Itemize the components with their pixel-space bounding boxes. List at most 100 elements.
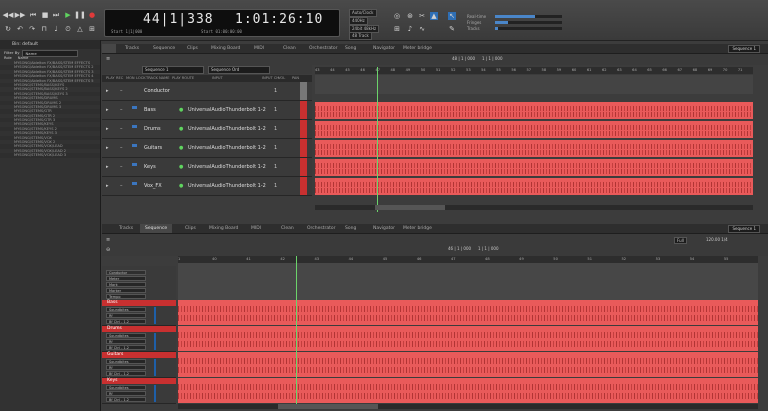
lower-track-header[interactable]: Guitars Soundbites Rf Bf Ctrl - 1.2 <box>102 352 176 378</box>
upper-track-clip[interactable] <box>315 102 753 119</box>
upper-hscroll[interactable] <box>315 205 753 210</box>
marker-item[interactable]: Marker <box>106 288 146 293</box>
upper-sequence-select[interactable]: Sequence 1 <box>728 45 760 53</box>
lower-hscroll[interactable] <box>178 404 758 409</box>
tab-lower-clips[interactable]: Clips <box>180 224 201 233</box>
input-monitor-icon[interactable] <box>132 106 137 109</box>
upper-track-clip[interactable] <box>315 140 753 157</box>
lower-track-name[interactable]: Keys <box>102 378 176 384</box>
tab-upper-song[interactable]: Song <box>340 44 361 53</box>
tab-lower-navigator[interactable]: Navigator <box>368 224 400 233</box>
rewind-icon[interactable]: ◀◀ <box>3 11 14 19</box>
countoff-icon[interactable]: ⏲ <box>64 25 72 33</box>
fast-forward-icon[interactable]: ▶▶ <box>15 11 26 19</box>
tab-upper-mixing[interactable]: Mixing Board <box>206 44 245 53</box>
input-monitor-icon[interactable] <box>132 163 137 166</box>
play-toggle-icon[interactable]: ▸ <box>106 164 109 170</box>
tab-upper-navigator[interactable]: Navigator <box>368 44 400 53</box>
status-chip-tracks[interactable]: 48 Track <box>349 32 372 40</box>
lower-track-sub2[interactable]: Rf <box>106 313 146 318</box>
bin-item[interactable]: MYSONG/STEMS/VOX/LEAD 3 <box>0 153 100 158</box>
click-icon[interactable]: ♩ <box>52 25 60 33</box>
play-toggle-icon[interactable]: ▸ <box>106 145 109 151</box>
meter-item[interactable]: Meter <box>106 276 146 281</box>
pencil-icon[interactable]: ✎ <box>448 25 456 33</box>
lower-track-sub3[interactable]: Bf Ctrl - 1.2 <box>106 397 146 402</box>
lower-track-sub1[interactable]: Soundbites <box>106 359 146 364</box>
tab-lower-midi[interactable]: MIDI <box>246 224 266 233</box>
lower-track-sub2[interactable]: Rf <box>106 391 146 396</box>
upper-col-header[interactable]: INPUT CH <box>262 76 279 80</box>
tab-lower-mixing[interactable]: Mixing Board <box>204 224 243 233</box>
lower-track-sub1[interactable]: Soundbites <box>106 333 146 338</box>
record-enable-icon[interactable]: – <box>120 88 123 94</box>
lower-track-name[interactable]: Guitars <box>102 352 176 358</box>
tab-upper-clean[interactable]: Clean <box>278 44 301 53</box>
track-name[interactable]: Drums <box>144 126 161 132</box>
go-to-start-icon[interactable]: ⏮ <box>29 11 37 19</box>
upper-track-row[interactable]: ▸ – Keys ● UniversalAudioThunderbolt 1-2 1 <box>102 158 312 177</box>
track-channel[interactable]: 1 <box>274 126 277 132</box>
record-enable-icon[interactable]: – <box>120 126 123 132</box>
record-icon[interactable]: ● <box>88 11 96 19</box>
lower-sequence-select[interactable]: Sequence 1 <box>728 225 760 233</box>
track-route[interactable]: UniversalAudioThunderbolt 1-2 <box>188 126 266 132</box>
lower-track-header[interactable]: Keys Soundbites Rf Bf Ctrl - 1.2 <box>102 378 176 404</box>
tab-upper-orchestrator[interactable]: Orchestrator <box>304 44 342 53</box>
tab-lower-orchestrator[interactable]: Orchestrator <box>302 224 340 233</box>
lower-menu-icon[interactable]: ≡ <box>106 237 110 243</box>
input-monitor-icon[interactable] <box>132 144 137 147</box>
tab-upper-meter[interactable]: Meter bridge <box>398 44 437 53</box>
upper-col-header[interactable]: PLAY ROUTE <box>172 76 194 80</box>
lower-playhead[interactable] <box>296 256 297 406</box>
lower-track-header[interactable]: Drums Soundbites Rf Bf Ctrl - 1.2 <box>102 326 176 352</box>
play-toggle-icon[interactable]: ▸ <box>106 126 109 132</box>
track-name[interactable]: Conductor <box>144 88 170 94</box>
mark-item[interactable]: Mark <box>106 282 146 287</box>
lower-track-clip[interactable] <box>178 378 758 403</box>
upper-track-row[interactable]: ▸ – Guitars ● UniversalAudioThunderbolt 1-2 1 <box>102 139 312 158</box>
upper-col-header[interactable]: TRACK NAME <box>146 76 169 80</box>
lower-track-sub3[interactable]: Bf Ctrl - 1.2 <box>106 371 146 376</box>
filter-select[interactable]: Name <box>22 50 79 57</box>
record-enable-icon[interactable]: – <box>120 145 123 151</box>
input-monitor-icon[interactable] <box>132 125 137 128</box>
upper-track-clip[interactable] <box>315 121 753 138</box>
record-enable-icon[interactable]: – <box>120 107 123 113</box>
record-enable-icon[interactable]: – <box>120 183 123 189</box>
upper-col-header[interactable]: REC <box>116 76 123 80</box>
bin-col-role[interactable]: Role <box>4 56 12 61</box>
lower-ruler[interactable]: 1 40 41 42 43 44 45 46 47 48 49 50 51 52 53 54 55 <box>178 256 758 263</box>
track-color-swatch[interactable] <box>300 101 307 119</box>
bin-item[interactable]: MYSONG/Ablelton FX/BASS/STEM EFFECTS 4 <box>0 74 100 79</box>
metronome-icon[interactable]: △ <box>76 25 84 33</box>
upper-col-header[interactable]: PAN <box>292 76 299 80</box>
track-color-swatch[interactable] <box>300 139 307 157</box>
track-name[interactable]: Bass <box>144 107 156 113</box>
tab-upper-midi[interactable]: MIDI <box>249 44 269 53</box>
pause-icon[interactable]: ❚❚ <box>74 11 86 19</box>
input-monitor-icon[interactable] <box>132 182 137 185</box>
upper-col-header[interactable]: VOL <box>278 76 285 80</box>
tab-upper-tracks[interactable]: Tracks <box>120 44 144 53</box>
upper-col-header[interactable]: LOCK <box>136 76 146 80</box>
track-route[interactable]: UniversalAudioThunderbolt 1-2 <box>188 164 266 170</box>
track-channel[interactable]: 1 <box>274 145 277 151</box>
lower-track-header[interactable]: Bass Soundbites Rf Bf Ctrl - 1.2 <box>102 300 176 326</box>
headphones-icon[interactable]: ◎ <box>393 12 401 20</box>
status-chip-tuning[interactable]: 440Hz <box>349 17 368 25</box>
lower-track-name[interactable]: Bass <box>102 300 176 306</box>
tab-lower-sequence[interactable]: Sequence <box>140 224 173 233</box>
lower-field2[interactable]: 1 | 1 | 000 <box>478 246 499 251</box>
track-color-swatch[interactable] <box>300 158 307 176</box>
track-channel[interactable]: 1 <box>274 164 277 170</box>
record-enable-icon[interactable]: – <box>120 164 123 170</box>
play-toggle-icon[interactable]: ▸ <box>106 183 109 189</box>
play-toggle-icon[interactable]: ▸ <box>106 107 109 113</box>
track-color-swatch[interactable] <box>300 120 307 138</box>
play-icon[interactable]: ▶ <box>64 11 72 19</box>
play-toggle-icon[interactable]: ▸ <box>106 88 109 94</box>
lower-zoom-select[interactable]: Full <box>674 237 687 244</box>
track-color-swatch[interactable] <box>300 177 307 195</box>
track-name[interactable]: Guitars <box>144 145 162 151</box>
